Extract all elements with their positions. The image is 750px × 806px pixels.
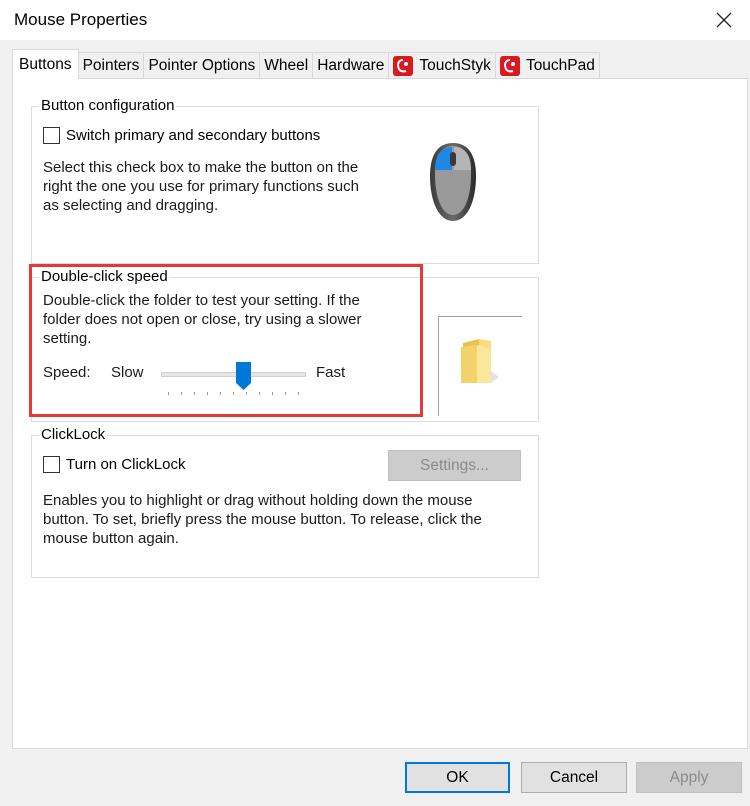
description-line: Double-click the folder to test your set… [43, 292, 360, 309]
speed-label: Speed: [43, 364, 91, 381]
mouse-properties-window: Mouse Properties Buttons Pointers Pointe… [0, 0, 750, 806]
tab-label: Hardware [317, 56, 385, 74]
tab-label: Pointers [82, 56, 140, 74]
touchstyk-icon [393, 55, 414, 76]
test-folder-area[interactable] [438, 316, 522, 416]
double-click-description: Double-click the folder to test your set… [43, 291, 383, 348]
tab-pointer-options[interactable]: Pointer Options [143, 52, 261, 78]
tab-label: Buttons [19, 55, 72, 73]
settings-button[interactable]: Settings... [388, 450, 521, 481]
double-click-speed-slider[interactable] [161, 372, 306, 377]
tab-hardware[interactable]: Hardware [312, 52, 390, 78]
tab-label: Pointer Options [148, 56, 256, 74]
description-line: right the one you use for primary functi… [43, 178, 359, 195]
apply-button[interactable]: Apply [636, 762, 742, 793]
tab-label: Wheel [264, 56, 309, 74]
checkbox-label: Turn on ClickLock [66, 456, 186, 473]
slider-tick [168, 392, 169, 395]
group-label: ClickLock [39, 426, 108, 444]
slider-tick [233, 392, 234, 395]
tab-touchpad[interactable]: TouchPad [494, 52, 600, 78]
group-label: Double-click speed [39, 268, 170, 286]
tab-wheel[interactable]: Wheel [259, 52, 314, 78]
switch-buttons-checkbox[interactable] [43, 127, 60, 144]
slider-tick [207, 392, 208, 395]
cancel-button[interactable]: Cancel [521, 762, 627, 793]
group-label: Button configuration [39, 97, 177, 115]
slider-tick [298, 392, 299, 395]
description-line: button. To set, briefly press the mouse … [43, 511, 482, 528]
touchpad-icon [499, 55, 520, 76]
window-title: Mouse Properties [14, 10, 148, 29]
slow-label: Slow [111, 364, 144, 381]
slider-tick [194, 392, 195, 395]
tab-label: TouchStyk [419, 56, 491, 74]
slider-tick [272, 392, 273, 395]
tab-pointers[interactable]: Pointers [77, 52, 145, 78]
tab-label: TouchPad [525, 56, 595, 74]
slider-tick [246, 392, 247, 395]
description-line: Enables you to highlight or drag without… [43, 492, 473, 509]
slider-tick [259, 392, 260, 395]
close-button[interactable] [698, 0, 750, 40]
folder-icon [461, 339, 499, 383]
tab-buttons[interactable]: Buttons [12, 49, 79, 79]
clicklock-checkbox[interactable] [43, 456, 60, 473]
description-line: folder does not open or close, try using… [43, 311, 362, 328]
slider-thumb[interactable] [235, 362, 251, 390]
close-icon [716, 12, 732, 28]
slider-tick [220, 392, 221, 395]
slider-tick [181, 392, 182, 395]
button-configuration-description: Select this check box to make the button… [43, 158, 383, 215]
tab-touchstyk[interactable]: TouchStyk [388, 52, 496, 78]
clicklock-checkbox-row[interactable]: Turn on ClickLock [43, 456, 186, 473]
checkbox-label: Switch primary and secondary buttons [66, 127, 321, 144]
description-line: Select this check box to make the button… [43, 159, 359, 176]
description-line: setting. [43, 330, 92, 347]
title-bar: Mouse Properties [0, 0, 750, 40]
clicklock-description: Enables you to highlight or drag without… [43, 491, 523, 548]
description-line: as selecting and dragging. [43, 197, 219, 214]
slider-tick [285, 392, 286, 395]
tab-strip: Buttons Pointers Pointer Options Wheel H… [12, 49, 600, 79]
mouse-icon [430, 143, 476, 221]
switch-buttons-checkbox-row[interactable]: Switch primary and secondary buttons [43, 127, 320, 144]
ok-button[interactable]: OK [405, 762, 510, 793]
fast-label: Fast [316, 364, 346, 381]
description-line: mouse button again. [43, 530, 179, 547]
